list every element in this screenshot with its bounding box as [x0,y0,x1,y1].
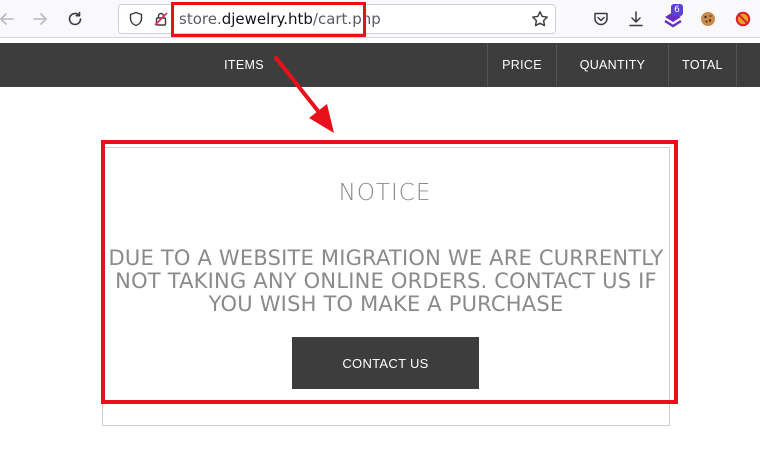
annotation-arrow [274,56,334,133]
